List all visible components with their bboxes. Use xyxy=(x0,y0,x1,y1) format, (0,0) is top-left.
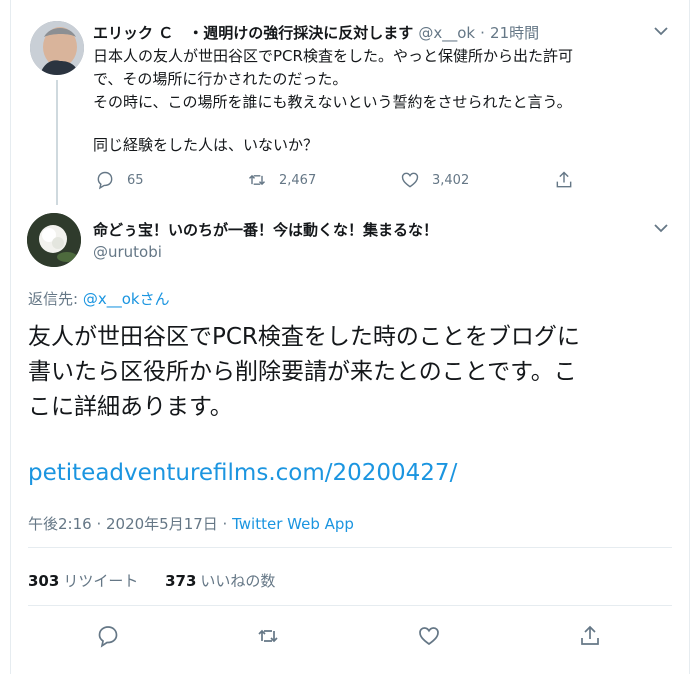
parent-header: エリック Ｃ ・週明けの強行採決に反対します @x__ok · 21時間 xyxy=(93,22,539,43)
chevron-down-icon[interactable] xyxy=(654,222,668,236)
reply-icon xyxy=(97,171,113,190)
parent-line-1: 日本人の友人が世田谷区でPCR検査をした。やっと保健所から出た許可 xyxy=(93,47,573,65)
parent-like-button[interactable]: 3,402 xyxy=(400,170,469,190)
tweet-meta: 午後2:16 · 2020年5月17日 · Twitter Web App xyxy=(28,513,354,534)
retweet-count: 303 xyxy=(28,572,60,590)
main-handle: @urutobi xyxy=(93,243,162,261)
main-line-2: 書いたら区役所から削除要請が来たとのことです。こ xyxy=(28,359,577,385)
parent-like-count: 3,402 xyxy=(432,172,470,188)
parent-line-3: その時に、この場所を誰にも教えないという誓約をさせられたと言う。 xyxy=(93,93,572,111)
reply-prefix: 返信先: xyxy=(28,290,83,308)
parent-time[interactable]: 21時間 xyxy=(490,24,539,42)
main-like-button[interactable] xyxy=(417,624,441,652)
main-retweet-button[interactable] xyxy=(256,624,280,652)
chevron-down-icon[interactable] xyxy=(654,25,668,39)
parent-share-button[interactable] xyxy=(554,170,586,190)
parent-line-2: で、その場所に行かされたのだった。 xyxy=(93,70,348,88)
parent-handle[interactable]: @x__ok xyxy=(418,24,475,42)
share-icon xyxy=(556,171,572,188)
parent-display-name[interactable]: エリック Ｃ ・週明けの強行採決に反対します xyxy=(93,24,413,42)
avatar-main[interactable] xyxy=(27,213,81,267)
reply-to-link[interactable]: @x__ok xyxy=(83,290,140,308)
like-icon xyxy=(401,172,419,188)
tweet-timestamp[interactable]: 午後2:16 · 2020年5月17日 · xyxy=(28,515,232,533)
main-author[interactable]: 命どぅ宝！いのちが一番！今は動くな！集まるな！ @urutobi xyxy=(93,219,438,261)
parent-retweet-button[interactable]: 2,467 xyxy=(247,170,316,190)
divider-top xyxy=(28,547,672,548)
blog-link[interactable]: petiteadventurefilms.com/20200427/ xyxy=(28,460,457,486)
divider-bottom xyxy=(28,605,672,606)
main-reply-button[interactable] xyxy=(96,624,120,652)
main-share-button[interactable] xyxy=(578,624,602,652)
retweet-icon xyxy=(248,174,266,186)
main-line-1: 友人が世田谷区でPCR検査をした時のことをブログに xyxy=(28,324,580,350)
retweet-stat[interactable]: 303 リツイート xyxy=(28,572,138,590)
reply-icon xyxy=(98,626,118,648)
engagement-stats: 303 リツイート 373 いいねの数 xyxy=(28,570,275,591)
reply-context: 返信先: @x__okさん xyxy=(28,288,170,309)
parent-reply-count: 65 xyxy=(127,172,144,188)
retweet-label: リツイート xyxy=(63,572,139,590)
main-display-name: 命どぅ宝！いのちが一番！今は動くな！集まるな！ xyxy=(93,221,439,239)
like-icon xyxy=(419,627,439,646)
like-stat[interactable]: 373 いいねの数 xyxy=(165,572,275,590)
thread-line xyxy=(56,80,58,205)
main-tweet-text: 友人が世田谷区でPCR検査をした時のことをブログに 書いたら区役所から削除要請が… xyxy=(28,320,668,425)
like-count: 373 xyxy=(165,572,197,590)
reply-suffix: さん xyxy=(139,290,170,308)
share-icon xyxy=(581,625,599,645)
parent-question: 同じ経験をした人は、いないか？ xyxy=(93,136,319,154)
retweet-icon xyxy=(258,629,278,643)
parent-tweet-text: 日本人の友人が世田谷区でPCR検査をした。やっと保健所から出た許可 で、その場所… xyxy=(93,45,653,157)
main-line-3: こに詳細あります。 xyxy=(28,394,233,420)
tweet-source-app[interactable]: Twitter Web App xyxy=(232,515,354,533)
like-label: いいねの数 xyxy=(200,572,276,590)
parent-dot: · xyxy=(480,24,485,42)
avatar-parent[interactable] xyxy=(30,21,84,75)
parent-reply-button[interactable]: 65 xyxy=(95,170,144,190)
parent-retweet-count: 2,467 xyxy=(279,172,317,188)
